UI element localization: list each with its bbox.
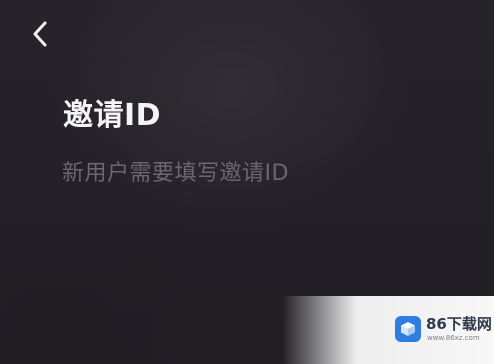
watermark-text: 86下载网 <box>426 315 492 333</box>
watermark-url: www.86xz.com <box>427 334 480 342</box>
chevron-left-icon <box>30 18 50 50</box>
cube-icon <box>395 316 421 342</box>
screen: 邀请ID 新用户需要填写邀请ID 86下载网 www.86xz.com <box>0 0 494 364</box>
back-button[interactable] <box>24 14 56 54</box>
page-title: 邀请ID <box>63 98 162 133</box>
page-subtitle: 新用户需要填写邀请ID <box>62 161 289 186</box>
